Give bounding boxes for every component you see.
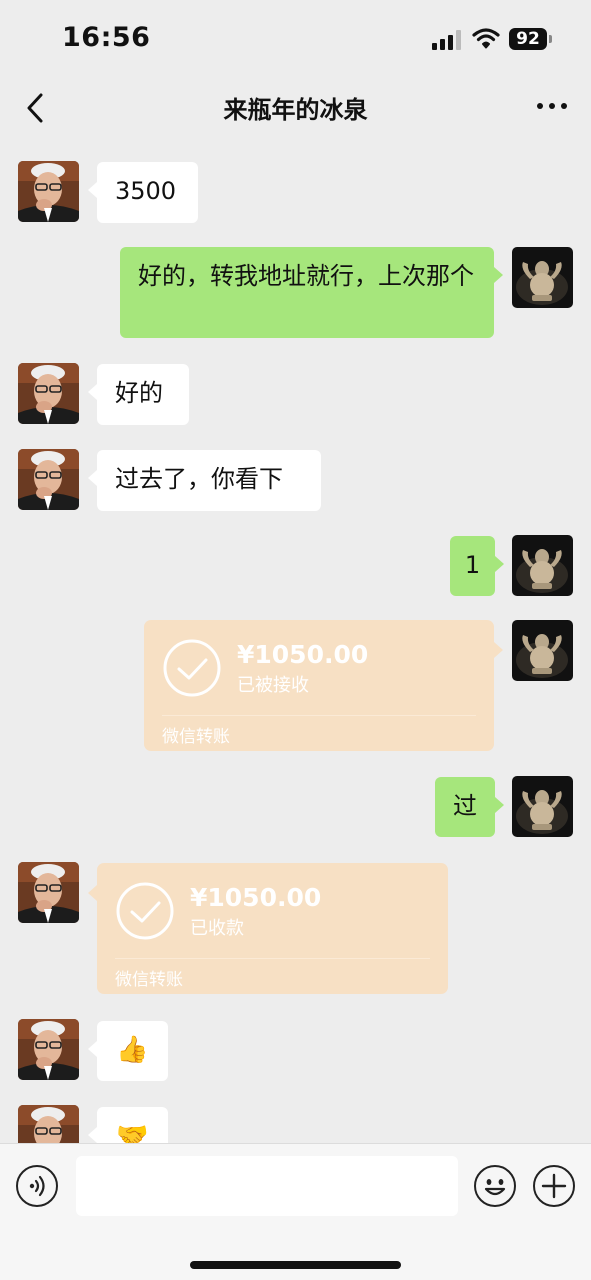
- message-bubble[interactable]: 过去了，你看下: [88, 450, 321, 511]
- battery-indicator: 92: [509, 28, 547, 50]
- transfer-label: 微信转账: [115, 970, 183, 990]
- transfer-status: 已被接收: [237, 675, 309, 696]
- contact-avatar[interactable]: [18, 161, 79, 222]
- thumbs-up-icon: 👍: [116, 1035, 149, 1065]
- message-bubble[interactable]: 好的: [88, 364, 189, 425]
- check-circle-icon: [163, 639, 221, 697]
- contact-avatar[interactable]: [18, 1019, 79, 1080]
- transfer-amount: ¥1050.00: [237, 640, 369, 669]
- chat-title: 来瓶年的冰泉: [223, 96, 368, 124]
- more-dots-icon[interactable]: [536, 100, 568, 112]
- message-input[interactable]: [76, 1156, 458, 1216]
- transfer-amount: ¥1050.00: [190, 883, 322, 912]
- message-bubble[interactable]: 3500: [88, 162, 198, 223]
- message-bubble[interactable]: 过: [435, 777, 504, 837]
- message-text: 过去了，你看下: [115, 465, 283, 493]
- message-text: 1: [464, 551, 481, 579]
- cellular-signal-icon: [432, 30, 462, 50]
- plus-icon[interactable]: [533, 1165, 575, 1207]
- transfer-divider: [115, 958, 430, 959]
- self-avatar[interactable]: [512, 247, 573, 308]
- transfer-label: 微信转账: [162, 727, 230, 747]
- contact-avatar[interactable]: [18, 363, 79, 424]
- check-circle-icon: [116, 882, 174, 940]
- transfer-card[interactable]: ¥1050.00 已被接收 微信转账: [144, 620, 503, 751]
- message-text: 3500: [115, 177, 177, 205]
- transfer-divider: [162, 715, 476, 716]
- transfer-status: 已收款: [190, 918, 244, 939]
- message-bubble[interactable]: 👍: [88, 1021, 168, 1081]
- self-avatar[interactable]: [512, 535, 573, 596]
- status-bar: 16:56 92: [0, 0, 591, 78]
- message-bubble[interactable]: 好的，转我地址就行，上次那个: [120, 247, 503, 338]
- transfer-card[interactable]: ¥1050.00 已收款 微信转账: [88, 863, 448, 994]
- self-avatar[interactable]: [512, 776, 573, 837]
- message-bubble[interactable]: 1: [450, 536, 504, 596]
- nav-bar: 来瓶年的冰泉: [0, 78, 591, 138]
- wifi-icon: [472, 28, 500, 49]
- contact-avatar[interactable]: [18, 862, 79, 923]
- smiley-icon[interactable]: [474, 1165, 516, 1207]
- message-text: 好的，转我地址就行，上次那个: [138, 262, 474, 290]
- voice-icon[interactable]: [16, 1165, 58, 1207]
- message-text: 好的: [115, 379, 163, 407]
- message-text: 过: [453, 792, 477, 820]
- input-bar: [0, 1143, 591, 1280]
- chat-screen: 16:56 92 来瓶年的冰泉 3500 好的，转我地址就行，上次那个 好的 过…: [0, 0, 591, 1280]
- home-indicator[interactable]: [190, 1261, 401, 1269]
- battery-tip: [549, 35, 552, 43]
- status-time: 16:56: [62, 22, 151, 53]
- contact-avatar[interactable]: [18, 449, 79, 510]
- self-avatar[interactable]: [512, 620, 573, 681]
